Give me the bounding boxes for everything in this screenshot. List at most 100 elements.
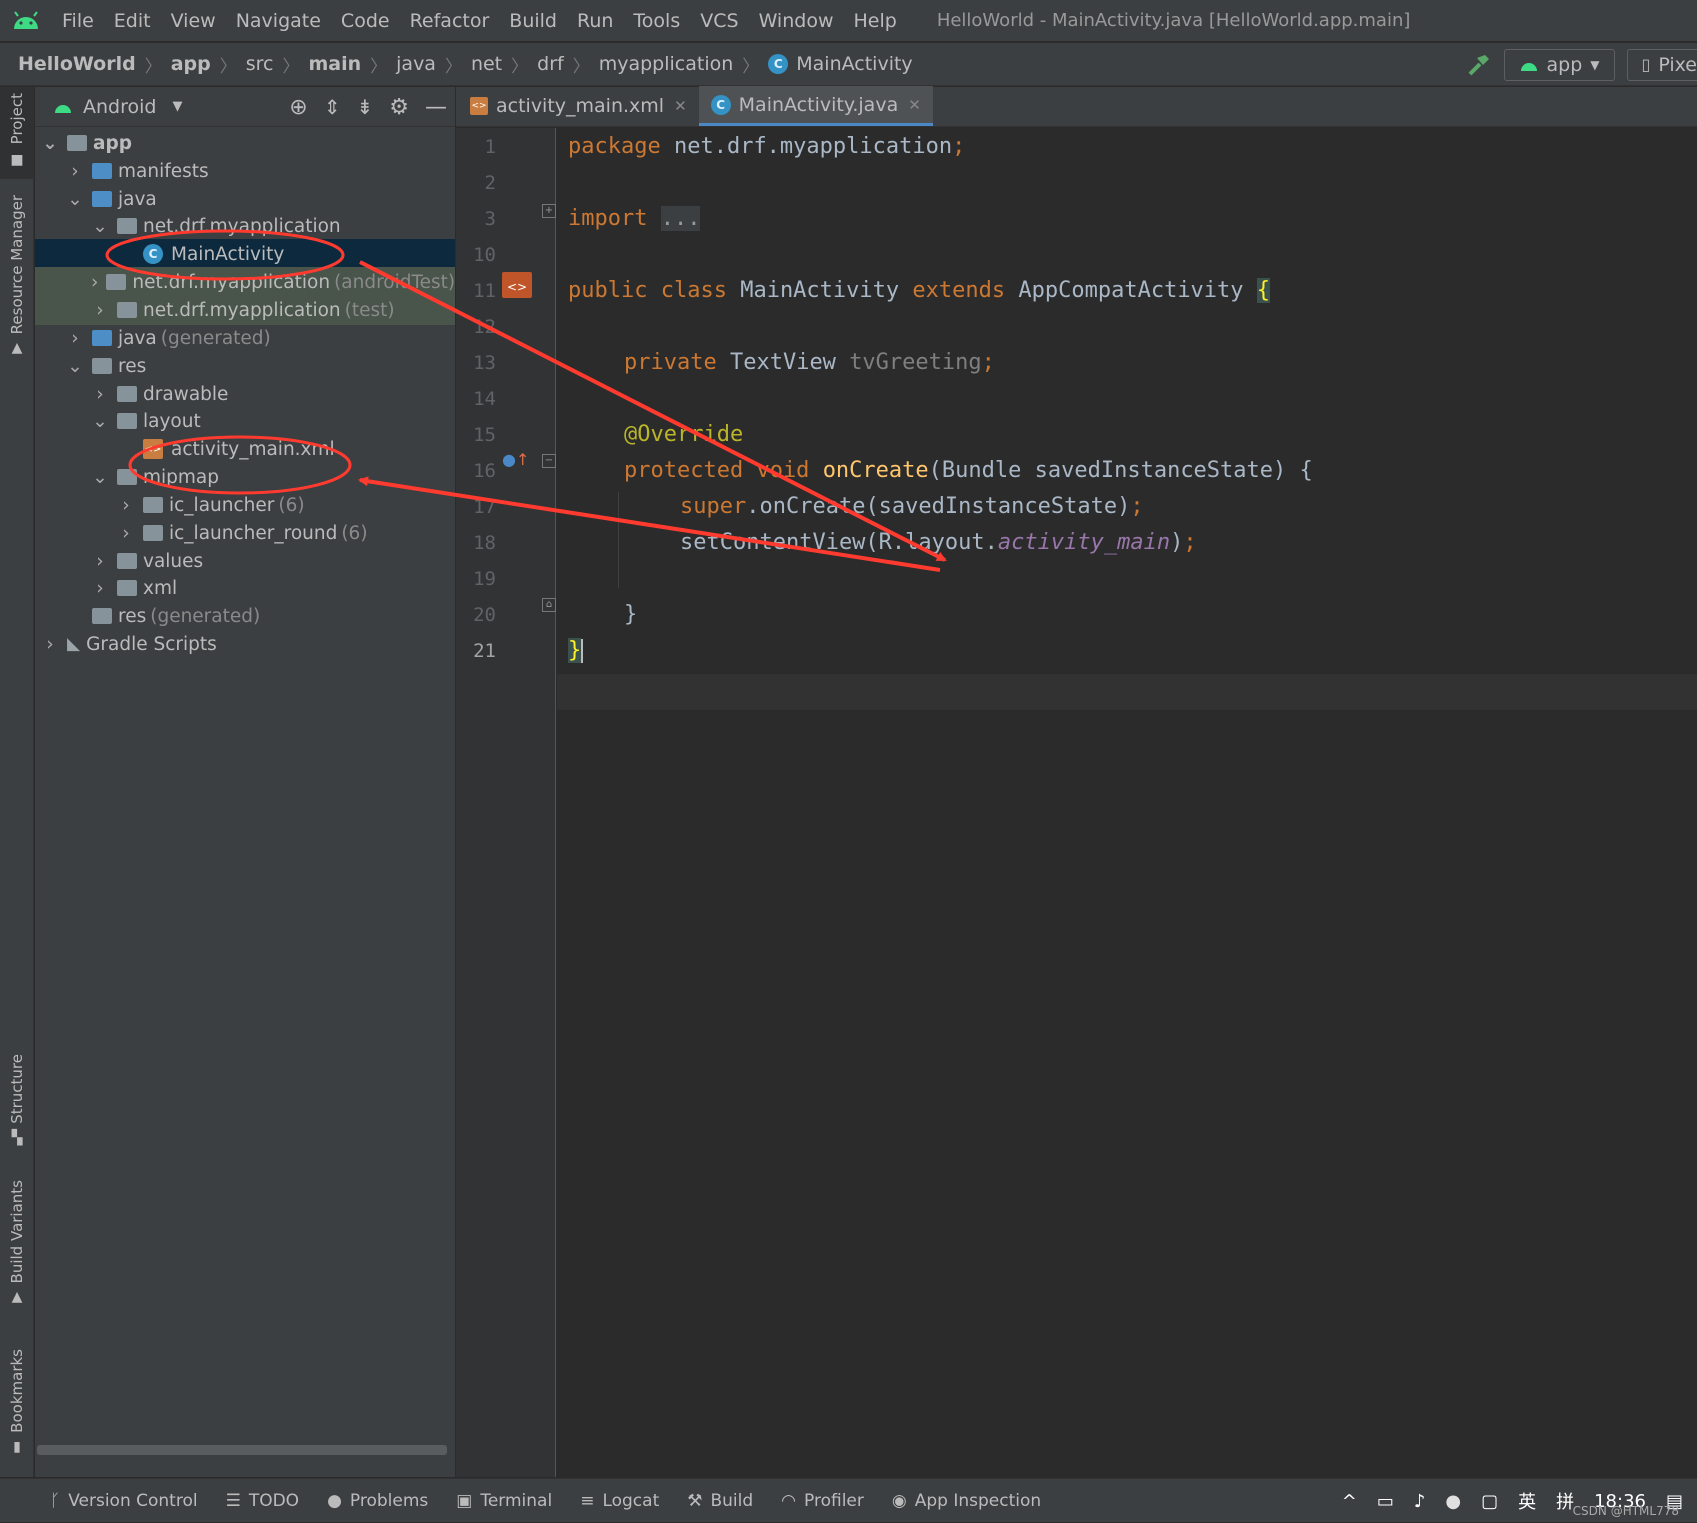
tab-activity-main-xml[interactable]: <> activity_main.xml ✕ bbox=[456, 86, 699, 126]
menu-code[interactable]: Code bbox=[331, 10, 400, 32]
expand-all-icon[interactable]: ⇕ bbox=[324, 95, 341, 119]
close-icon[interactable]: ✕ bbox=[674, 97, 687, 115]
tree-item-mipmap[interactable]: ⌄ mipmap bbox=[35, 462, 455, 492]
chevron-right-icon[interactable]: › bbox=[41, 634, 59, 655]
menu-navigate[interactable]: Navigate bbox=[226, 10, 331, 32]
locate-icon[interactable]: ⊕ bbox=[289, 95, 307, 120]
chevron-down-icon[interactable]: ⌄ bbox=[91, 216, 109, 237]
code-editor[interactable]: 1 2 3 10 11 12 13 14 15 16 17 18 19 20 2… bbox=[456, 128, 1697, 1477]
tool-tab-structure[interactable]: Structure ▚ bbox=[0, 1054, 34, 1154]
tree-item-res-generated[interactable]: res (generated) bbox=[35, 601, 455, 631]
project-view-select[interactable]: Android bbox=[83, 96, 156, 118]
package-folder-icon bbox=[117, 218, 137, 234]
volume-icon[interactable]: ♪ bbox=[1414, 1491, 1426, 1512]
chevron-right-icon[interactable]: › bbox=[91, 384, 109, 405]
tree-item-package-androidtest[interactable]: › net.drf.myapplication (androidTest) bbox=[35, 267, 455, 297]
tool-version-control[interactable]: ᚴ Version Control bbox=[50, 1491, 198, 1511]
chevron-right-icon[interactable]: › bbox=[91, 578, 109, 599]
tree-item-manifests[interactable]: › manifests bbox=[35, 156, 455, 186]
tree-item-drawable[interactable]: › drawable bbox=[35, 379, 455, 409]
tree-item-ic-launcher[interactable]: › ic_launcher (6) bbox=[35, 490, 455, 520]
tool-tab-build-variants[interactable]: Build Variants ▲ bbox=[0, 1180, 34, 1310]
tray-expand-icon[interactable]: ^ bbox=[1342, 1491, 1357, 1512]
close-icon[interactable]: ✕ bbox=[908, 96, 921, 114]
breadcrumb-main[interactable]: main bbox=[308, 53, 361, 75]
collapse-all-icon[interactable]: ⇟ bbox=[357, 95, 374, 119]
menu-vcs[interactable]: VCS bbox=[690, 10, 748, 32]
minimize-icon[interactable]: — bbox=[425, 95, 447, 120]
chevron-right-icon[interactable]: › bbox=[91, 551, 109, 572]
tool-tab-bookmarks[interactable]: Bookmarks ▮ bbox=[0, 1349, 34, 1459]
gauge-icon: ◠ bbox=[781, 1490, 797, 1511]
chevron-down-icon[interactable]: ▼ bbox=[172, 99, 182, 114]
menu-window[interactable]: Window bbox=[749, 10, 844, 32]
chevron-down-icon[interactable]: ⌄ bbox=[66, 189, 84, 210]
breadcrumb-project[interactable]: HelloWorld bbox=[18, 53, 136, 75]
battery-icon[interactable]: ▭ bbox=[1377, 1491, 1394, 1512]
tree-item-activity-main-xml[interactable]: <> activity_main.xml bbox=[35, 434, 455, 464]
device-select[interactable]: ▯ Pixe bbox=[1626, 48, 1697, 81]
tree-item-mainactivity[interactable]: C MainActivity bbox=[35, 239, 455, 269]
gear-icon[interactable]: ⚙ bbox=[389, 95, 409, 120]
tree-item-package-main[interactable]: ⌄ net.drf.myapplication bbox=[35, 211, 455, 241]
folded-imports[interactable]: ... bbox=[660, 206, 701, 231]
chevron-down-icon[interactable]: ⌄ bbox=[41, 133, 59, 154]
tree-item-ic-launcher-round[interactable]: › ic_launcher_round (6) bbox=[35, 518, 455, 548]
menu-edit[interactable]: Edit bbox=[104, 10, 161, 32]
breadcrumb-src[interactable]: src bbox=[246, 53, 274, 75]
menu-build[interactable]: Build bbox=[499, 10, 567, 32]
chevron-right-icon[interactable]: › bbox=[117, 495, 135, 516]
menu-tools[interactable]: Tools bbox=[623, 10, 690, 32]
tree-item-java[interactable]: ⌄ java bbox=[35, 184, 455, 214]
chevron-right-icon[interactable]: › bbox=[91, 272, 98, 293]
ime-mode[interactable]: 拼 bbox=[1556, 1488, 1574, 1514]
menu-run[interactable]: Run bbox=[567, 10, 623, 32]
tool-profiler[interactable]: ◠ Profiler bbox=[781, 1491, 864, 1511]
menu-refactor[interactable]: Refactor bbox=[400, 10, 500, 32]
chevron-right-icon[interactable]: › bbox=[66, 161, 84, 182]
tree-item-xml[interactable]: › xml bbox=[35, 573, 455, 603]
menu-view[interactable]: View bbox=[161, 10, 226, 32]
tool-problems[interactable]: ● Problems bbox=[327, 1491, 428, 1511]
build-hammer-icon[interactable] bbox=[1466, 52, 1492, 78]
tree-item-gradle-scripts[interactable]: › ◣ Gradle Scripts bbox=[35, 629, 455, 659]
tab-mainactivity-java[interactable]: C MainActivity.java ✕ bbox=[698, 86, 933, 126]
menu-file[interactable]: File bbox=[52, 10, 104, 32]
qq-icon[interactable]: ● bbox=[1445, 1491, 1461, 1512]
fold-import-icon[interactable]: + bbox=[542, 204, 556, 218]
related-layout-gutter-icon[interactable]: <> bbox=[502, 272, 532, 298]
tool-tab-resource-manager[interactable]: Resource Manager ▲ bbox=[0, 195, 34, 375]
tree-item-layout[interactable]: ⌄ layout bbox=[35, 406, 455, 436]
breadcrumb-java[interactable]: java bbox=[396, 53, 436, 75]
menu-help[interactable]: Help bbox=[843, 10, 906, 32]
fold-end-icon[interactable]: ⌂ bbox=[542, 598, 556, 612]
tree-item-res[interactable]: ⌄ res bbox=[35, 351, 455, 381]
tool-todo[interactable]: ☰ TODO bbox=[226, 1491, 300, 1511]
chevron-right-icon[interactable]: › bbox=[117, 523, 135, 544]
ime-language[interactable]: 英 bbox=[1518, 1488, 1536, 1514]
tree-item-package-test[interactable]: › net.drf.myapplication (test) bbox=[35, 295, 455, 325]
chevron-down-icon[interactable]: ⌄ bbox=[91, 411, 109, 432]
tool-logcat[interactable]: ≡ Logcat bbox=[580, 1491, 659, 1511]
tree-item-values[interactable]: › values bbox=[35, 546, 455, 576]
network-icon[interactable]: ▢ bbox=[1481, 1491, 1498, 1512]
tool-terminal[interactable]: ▣ Terminal bbox=[456, 1491, 552, 1511]
tool-build[interactable]: ⚒ Build bbox=[687, 1491, 753, 1511]
breadcrumb-class[interactable]: MainActivity bbox=[796, 53, 912, 75]
breadcrumb-drf[interactable]: drf bbox=[537, 53, 564, 75]
fold-method-icon[interactable]: − bbox=[542, 454, 556, 468]
chevron-right-icon[interactable]: › bbox=[66, 328, 84, 349]
chevron-right-icon[interactable]: › bbox=[91, 300, 109, 321]
chevron-down-icon[interactable]: ⌄ bbox=[91, 467, 109, 488]
breadcrumb-myapplication[interactable]: myapplication bbox=[599, 53, 734, 75]
tool-app-inspection[interactable]: ◉ App Inspection bbox=[892, 1491, 1041, 1511]
project-panel-scrollbar[interactable] bbox=[37, 1445, 447, 1455]
breadcrumb-module[interactable]: app bbox=[171, 53, 211, 75]
tree-item-java-generated[interactable]: › java (generated) bbox=[35, 323, 455, 353]
override-method-gutter-icon[interactable]: ●↑ bbox=[502, 450, 529, 469]
chevron-down-icon[interactable]: ⌄ bbox=[66, 356, 84, 377]
tool-tab-project[interactable]: Project ■ bbox=[0, 87, 34, 179]
run-configuration-select[interactable]: app ▼ bbox=[1503, 48, 1615, 81]
breadcrumb-net[interactable]: net bbox=[471, 53, 502, 75]
tree-item-app[interactable]: ⌄ app bbox=[35, 128, 455, 158]
